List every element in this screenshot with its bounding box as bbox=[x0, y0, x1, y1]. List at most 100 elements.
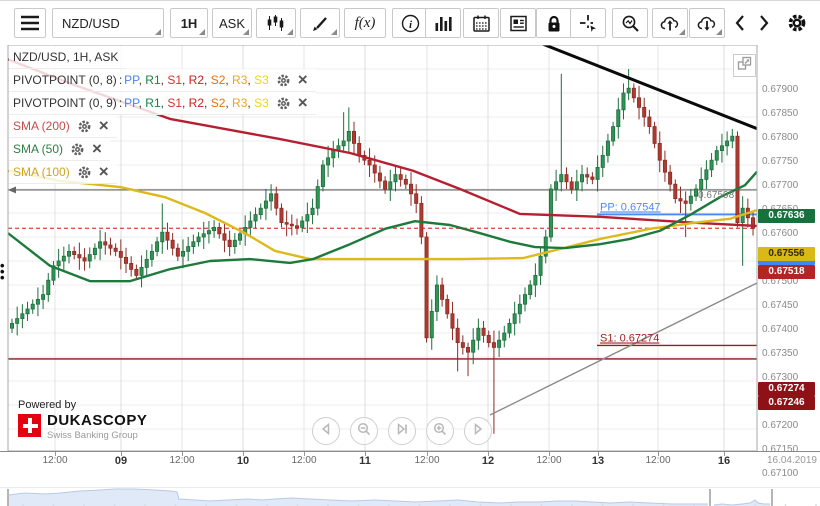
indicator-row-pivot-9: PIVOTPOINT (0, 9) : PP, R1, S1, R2, S2, … bbox=[9, 92, 316, 115]
candle bbox=[346, 130, 351, 142]
candle bbox=[481, 327, 486, 336]
candle bbox=[460, 342, 465, 348]
indicator-close-icon[interactable]: × bbox=[298, 94, 308, 111]
price-tick-label: 0.67700 bbox=[762, 180, 799, 191]
candle bbox=[688, 195, 693, 204]
toolbar: NZD/USD 1H ASK f(x) i bbox=[0, 1, 820, 45]
candle bbox=[82, 257, 87, 262]
candle bbox=[134, 268, 139, 276]
price-side-selector[interactable]: ASK bbox=[212, 8, 252, 38]
detach-chart-button[interactable] bbox=[733, 54, 756, 77]
magnifier-minus-icon bbox=[356, 421, 372, 442]
candle bbox=[253, 214, 258, 222]
zoom-out-button[interactable] bbox=[612, 8, 648, 38]
time-tick-label: 12:00 bbox=[536, 455, 562, 466]
forward-button[interactable] bbox=[752, 8, 776, 38]
candle bbox=[626, 87, 631, 94]
news-icon bbox=[509, 14, 528, 33]
candle bbox=[352, 130, 357, 144]
candle bbox=[118, 250, 123, 258]
price-side-label: ASK bbox=[218, 15, 245, 31]
candle bbox=[103, 241, 108, 246]
candle bbox=[424, 236, 429, 339]
pan-right-button[interactable] bbox=[464, 417, 492, 445]
time-tick-label: 12:00 bbox=[291, 455, 317, 466]
settings-button[interactable] bbox=[782, 8, 812, 38]
candle bbox=[398, 174, 403, 180]
chart-title-row: NZD/USD, 1H, ASK bbox=[9, 46, 127, 69]
candle bbox=[491, 342, 496, 348]
lock-button[interactable] bbox=[536, 8, 572, 38]
candle bbox=[538, 255, 543, 276]
draw-tools-button[interactable] bbox=[300, 8, 340, 38]
candle bbox=[341, 140, 346, 147]
load-from-cloud-button[interactable] bbox=[689, 8, 725, 38]
back-button[interactable] bbox=[728, 8, 752, 38]
candle bbox=[274, 193, 279, 209]
price-tick-label: 0.67350 bbox=[762, 348, 799, 359]
candle bbox=[574, 181, 579, 190]
candle bbox=[388, 181, 393, 190]
candle bbox=[564, 174, 569, 183]
candle bbox=[730, 135, 735, 142]
jump-to-latest-button[interactable] bbox=[388, 417, 416, 445]
candle bbox=[590, 176, 595, 180]
candle bbox=[497, 339, 502, 348]
volume-chart-button[interactable] bbox=[425, 8, 461, 38]
chart-overview-scrollbar[interactable] bbox=[0, 487, 820, 506]
candle bbox=[175, 247, 180, 257]
candle bbox=[683, 200, 688, 204]
indicator-row-sma100: SMA (100) × bbox=[9, 161, 117, 184]
news-button[interactable] bbox=[500, 8, 536, 38]
time-axis[interactable]: 16.04.2019 12:00 09 12:00 10 12:00 11 12:00 12 1… bbox=[0, 451, 820, 468]
pivot-level-label: R2 bbox=[188, 73, 205, 87]
info-button[interactable]: i bbox=[392, 8, 428, 38]
cloud-upload-icon bbox=[660, 14, 680, 32]
chart-type-button[interactable] bbox=[256, 8, 296, 38]
candle bbox=[238, 233, 243, 241]
timeframe-selector[interactable]: 1H bbox=[170, 8, 208, 38]
candle bbox=[222, 233, 227, 241]
candle bbox=[414, 193, 419, 204]
indicator-row-pivot-8: PIVOTPOINT (0, 8) : PP, R1, S1, R2, S2, … bbox=[9, 69, 316, 92]
indicator-settings-gear-icon[interactable] bbox=[70, 142, 85, 157]
pivot-level-label: S1 bbox=[167, 96, 182, 110]
zoom-out-nav-button[interactable] bbox=[350, 417, 378, 445]
indicator-close-icon[interactable]: × bbox=[92, 140, 102, 157]
price-tick-label: 0.67100 bbox=[762, 468, 799, 479]
zoom-in-nav-button[interactable] bbox=[426, 417, 454, 445]
time-tick-label: 10 bbox=[236, 455, 250, 467]
indicator-row-sma50: SMA (50) × bbox=[9, 138, 110, 161]
pivot-level-label: R3 bbox=[232, 73, 248, 87]
indicator-settings-gear-icon[interactable] bbox=[276, 96, 291, 111]
menu-button[interactable] bbox=[14, 8, 46, 38]
indicator-settings-gear-icon[interactable] bbox=[77, 165, 92, 180]
instrument-selector[interactable]: NZD/USD bbox=[52, 8, 164, 38]
save-to-cloud-button[interactable] bbox=[652, 8, 688, 38]
indicator-close-icon[interactable]: × bbox=[99, 117, 109, 134]
candle bbox=[673, 183, 678, 199]
magnifier-icon bbox=[621, 14, 640, 33]
gear-icon bbox=[786, 12, 808, 34]
indicator-close-icon[interactable]: × bbox=[99, 163, 109, 180]
indicators-button[interactable]: f(x) bbox=[344, 8, 386, 38]
candle bbox=[320, 164, 325, 188]
candle bbox=[533, 274, 538, 286]
candle bbox=[41, 294, 46, 300]
time-tick-label: 12:00 bbox=[42, 455, 68, 466]
indicator-close-icon[interactable]: × bbox=[298, 71, 308, 88]
indicator-settings-gear-icon[interactable] bbox=[77, 119, 92, 134]
indicator-settings-gear-icon[interactable] bbox=[276, 73, 291, 88]
crosshair-button[interactable] bbox=[570, 8, 606, 38]
candle bbox=[279, 207, 284, 223]
dropdown-corner-icon bbox=[243, 29, 249, 35]
candle bbox=[108, 244, 113, 249]
instrument-label: NZD/USD bbox=[62, 15, 120, 31]
indicator-name: SMA (200) bbox=[13, 119, 70, 133]
candle bbox=[289, 223, 294, 227]
panel-resize-handle[interactable]: • • • bbox=[0, 259, 6, 284]
candle bbox=[621, 92, 626, 111]
candle bbox=[25, 308, 30, 315]
calendar-button[interactable] bbox=[463, 8, 499, 38]
pan-left-button[interactable] bbox=[312, 417, 340, 445]
